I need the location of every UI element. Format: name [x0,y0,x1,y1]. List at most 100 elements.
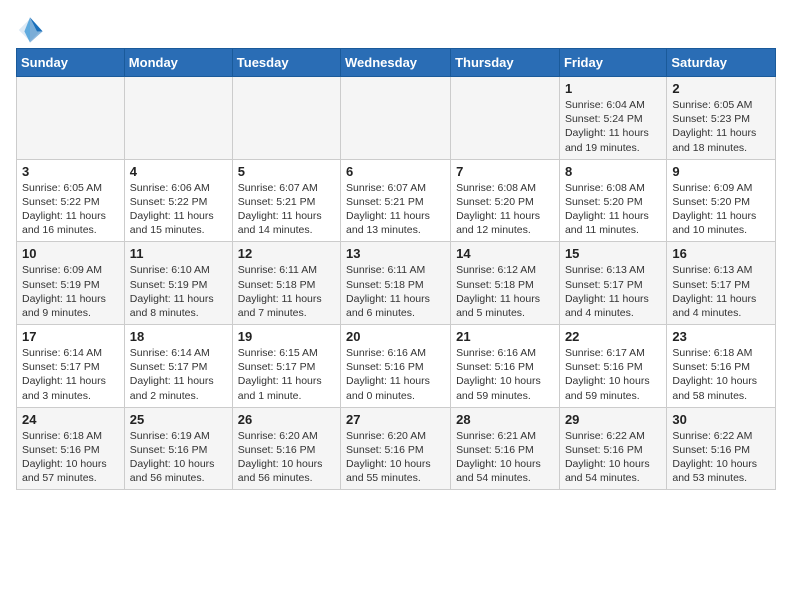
day-cell: 9 Sunrise: 6:09 AMSunset: 5:20 PMDaylight… [667,159,776,242]
day-info: Sunrise: 6:13 AMSunset: 5:17 PMDaylight:… [672,263,770,320]
day-info: Sunrise: 6:16 AMSunset: 5:16 PMDaylight:… [456,346,554,403]
header-saturday: Saturday [667,49,776,77]
day-number: 21 [456,329,554,344]
header-tuesday: Tuesday [232,49,340,77]
day-number: 18 [130,329,227,344]
day-number: 19 [238,329,335,344]
calendar-header-row: SundayMondayTuesdayWednesdayThursdayFrid… [17,49,776,77]
header-monday: Monday [124,49,232,77]
day-number: 24 [22,412,119,427]
day-info: Sunrise: 6:09 AMSunset: 5:20 PMDaylight:… [672,181,770,238]
day-cell [451,77,560,160]
day-info: Sunrise: 6:14 AMSunset: 5:17 PMDaylight:… [130,346,227,403]
day-number: 6 [346,164,445,179]
day-cell: 26 Sunrise: 6:20 AMSunset: 5:16 PMDayligh… [232,407,340,490]
day-cell: 17 Sunrise: 6:14 AMSunset: 5:17 PMDayligh… [17,325,125,408]
day-number: 2 [672,81,770,96]
week-row-2: 3 Sunrise: 6:05 AMSunset: 5:22 PMDaylight… [17,159,776,242]
day-info: Sunrise: 6:11 AMSunset: 5:18 PMDaylight:… [238,263,335,320]
day-number: 5 [238,164,335,179]
day-number: 17 [22,329,119,344]
day-cell: 2 Sunrise: 6:05 AMSunset: 5:23 PMDaylight… [667,77,776,160]
day-number: 10 [22,246,119,261]
day-cell: 11Sunrise: 6:10 AMSunset: 5:19 PMDayligh… [124,242,232,325]
day-number: 11 [130,246,227,261]
day-info: Sunrise: 6:04 AMSunset: 5:24 PMDaylight:… [565,98,661,155]
day-cell: 21 Sunrise: 6:16 AMSunset: 5:16 PMDayligh… [451,325,560,408]
day-number: 22 [565,329,661,344]
logo [16,16,48,44]
day-cell: 7 Sunrise: 6:08 AMSunset: 5:20 PMDaylight… [451,159,560,242]
day-info: Sunrise: 6:07 AMSunset: 5:21 PMDaylight:… [346,181,445,238]
day-info: Sunrise: 6:12 AMSunset: 5:18 PMDaylight:… [456,263,554,320]
day-number: 3 [22,164,119,179]
day-info: Sunrise: 6:06 AMSunset: 5:22 PMDaylight:… [130,181,227,238]
day-info: Sunrise: 6:22 AMSunset: 5:16 PMDaylight:… [672,429,770,486]
day-cell: 20 Sunrise: 6:16 AMSunset: 5:16 PMDayligh… [341,325,451,408]
day-info: Sunrise: 6:16 AMSunset: 5:16 PMDaylight:… [346,346,445,403]
day-info: Sunrise: 6:21 AMSunset: 5:16 PMDaylight:… [456,429,554,486]
day-number: 27 [346,412,445,427]
day-info: Sunrise: 6:15 AMSunset: 5:17 PMDaylight:… [238,346,335,403]
logo-icon [16,16,44,44]
day-cell: 19 Sunrise: 6:15 AMSunset: 5:17 PMDayligh… [232,325,340,408]
day-cell: 22 Sunrise: 6:17 AMSunset: 5:16 PMDayligh… [559,325,666,408]
day-info: Sunrise: 6:18 AMSunset: 5:16 PMDaylight:… [22,429,119,486]
day-info: Sunrise: 6:19 AMSunset: 5:16 PMDaylight:… [130,429,227,486]
calendar-table: SundayMondayTuesdayWednesdayThursdayFrid… [16,48,776,490]
day-cell: 10 Sunrise: 6:09 AMSunset: 5:19 PMDayligh… [17,242,125,325]
day-cell: 25 Sunrise: 6:19 AMSunset: 5:16 PMDayligh… [124,407,232,490]
day-number: 14 [456,246,554,261]
day-info: Sunrise: 6:14 AMSunset: 5:17 PMDaylight:… [22,346,119,403]
header-sunday: Sunday [17,49,125,77]
header-friday: Friday [559,49,666,77]
day-cell: 30 Sunrise: 6:22 AMSunset: 5:16 PMDayligh… [667,407,776,490]
day-number: 13 [346,246,445,261]
day-info: Sunrise: 6:05 AMSunset: 5:23 PMDaylight:… [672,98,770,155]
day-info: Sunrise: 6:20 AMSunset: 5:16 PMDaylight:… [238,429,335,486]
day-cell: 29 Sunrise: 6:22 AMSunset: 5:16 PMDayligh… [559,407,666,490]
day-cell [232,77,340,160]
day-cell: 12 Sunrise: 6:11 AMSunset: 5:18 PMDayligh… [232,242,340,325]
day-info: Sunrise: 6:09 AMSunset: 5:19 PMDaylight:… [22,263,119,320]
day-number: 7 [456,164,554,179]
week-row-5: 24 Sunrise: 6:18 AMSunset: 5:16 PMDayligh… [17,407,776,490]
week-row-4: 17 Sunrise: 6:14 AMSunset: 5:17 PMDayligh… [17,325,776,408]
day-number: 4 [130,164,227,179]
day-info: Sunrise: 6:18 AMSunset: 5:16 PMDaylight:… [672,346,770,403]
day-cell [17,77,125,160]
day-cell: 23Sunrise: 6:18 AMSunset: 5:16 PMDayligh… [667,325,776,408]
day-cell: 6 Sunrise: 6:07 AMSunset: 5:21 PMDaylight… [341,159,451,242]
day-cell: 4 Sunrise: 6:06 AMSunset: 5:22 PMDaylight… [124,159,232,242]
day-info: Sunrise: 6:17 AMSunset: 5:16 PMDaylight:… [565,346,661,403]
day-info: Sunrise: 6:11 AMSunset: 5:18 PMDaylight:… [346,263,445,320]
day-number: 29 [565,412,661,427]
day-info: Sunrise: 6:08 AMSunset: 5:20 PMDaylight:… [456,181,554,238]
day-number: 26 [238,412,335,427]
day-cell: 28 Sunrise: 6:21 AMSunset: 5:16 PMDayligh… [451,407,560,490]
day-info: Sunrise: 6:05 AMSunset: 5:22 PMDaylight:… [22,181,119,238]
day-number: 28 [456,412,554,427]
week-row-1: 1 Sunrise: 6:04 AMSunset: 5:24 PMDaylight… [17,77,776,160]
day-cell: 16Sunrise: 6:13 AMSunset: 5:17 PMDayligh… [667,242,776,325]
day-number: 8 [565,164,661,179]
day-number: 20 [346,329,445,344]
day-cell: 27 Sunrise: 6:20 AMSunset: 5:16 PMDayligh… [341,407,451,490]
page-header [16,16,776,44]
day-cell [124,77,232,160]
header-wednesday: Wednesday [341,49,451,77]
day-cell: 15Sunrise: 6:13 AMSunset: 5:17 PMDayligh… [559,242,666,325]
day-info: Sunrise: 6:07 AMSunset: 5:21 PMDaylight:… [238,181,335,238]
week-row-3: 10 Sunrise: 6:09 AMSunset: 5:19 PMDayligh… [17,242,776,325]
day-info: Sunrise: 6:20 AMSunset: 5:16 PMDaylight:… [346,429,445,486]
day-number: 25 [130,412,227,427]
day-number: 12 [238,246,335,261]
day-number: 30 [672,412,770,427]
day-info: Sunrise: 6:08 AMSunset: 5:20 PMDaylight:… [565,181,661,238]
day-cell: 18 Sunrise: 6:14 AMSunset: 5:17 PMDayligh… [124,325,232,408]
day-number: 9 [672,164,770,179]
day-number: 1 [565,81,661,96]
day-info: Sunrise: 6:22 AMSunset: 5:16 PMDaylight:… [565,429,661,486]
day-cell [341,77,451,160]
header-thursday: Thursday [451,49,560,77]
